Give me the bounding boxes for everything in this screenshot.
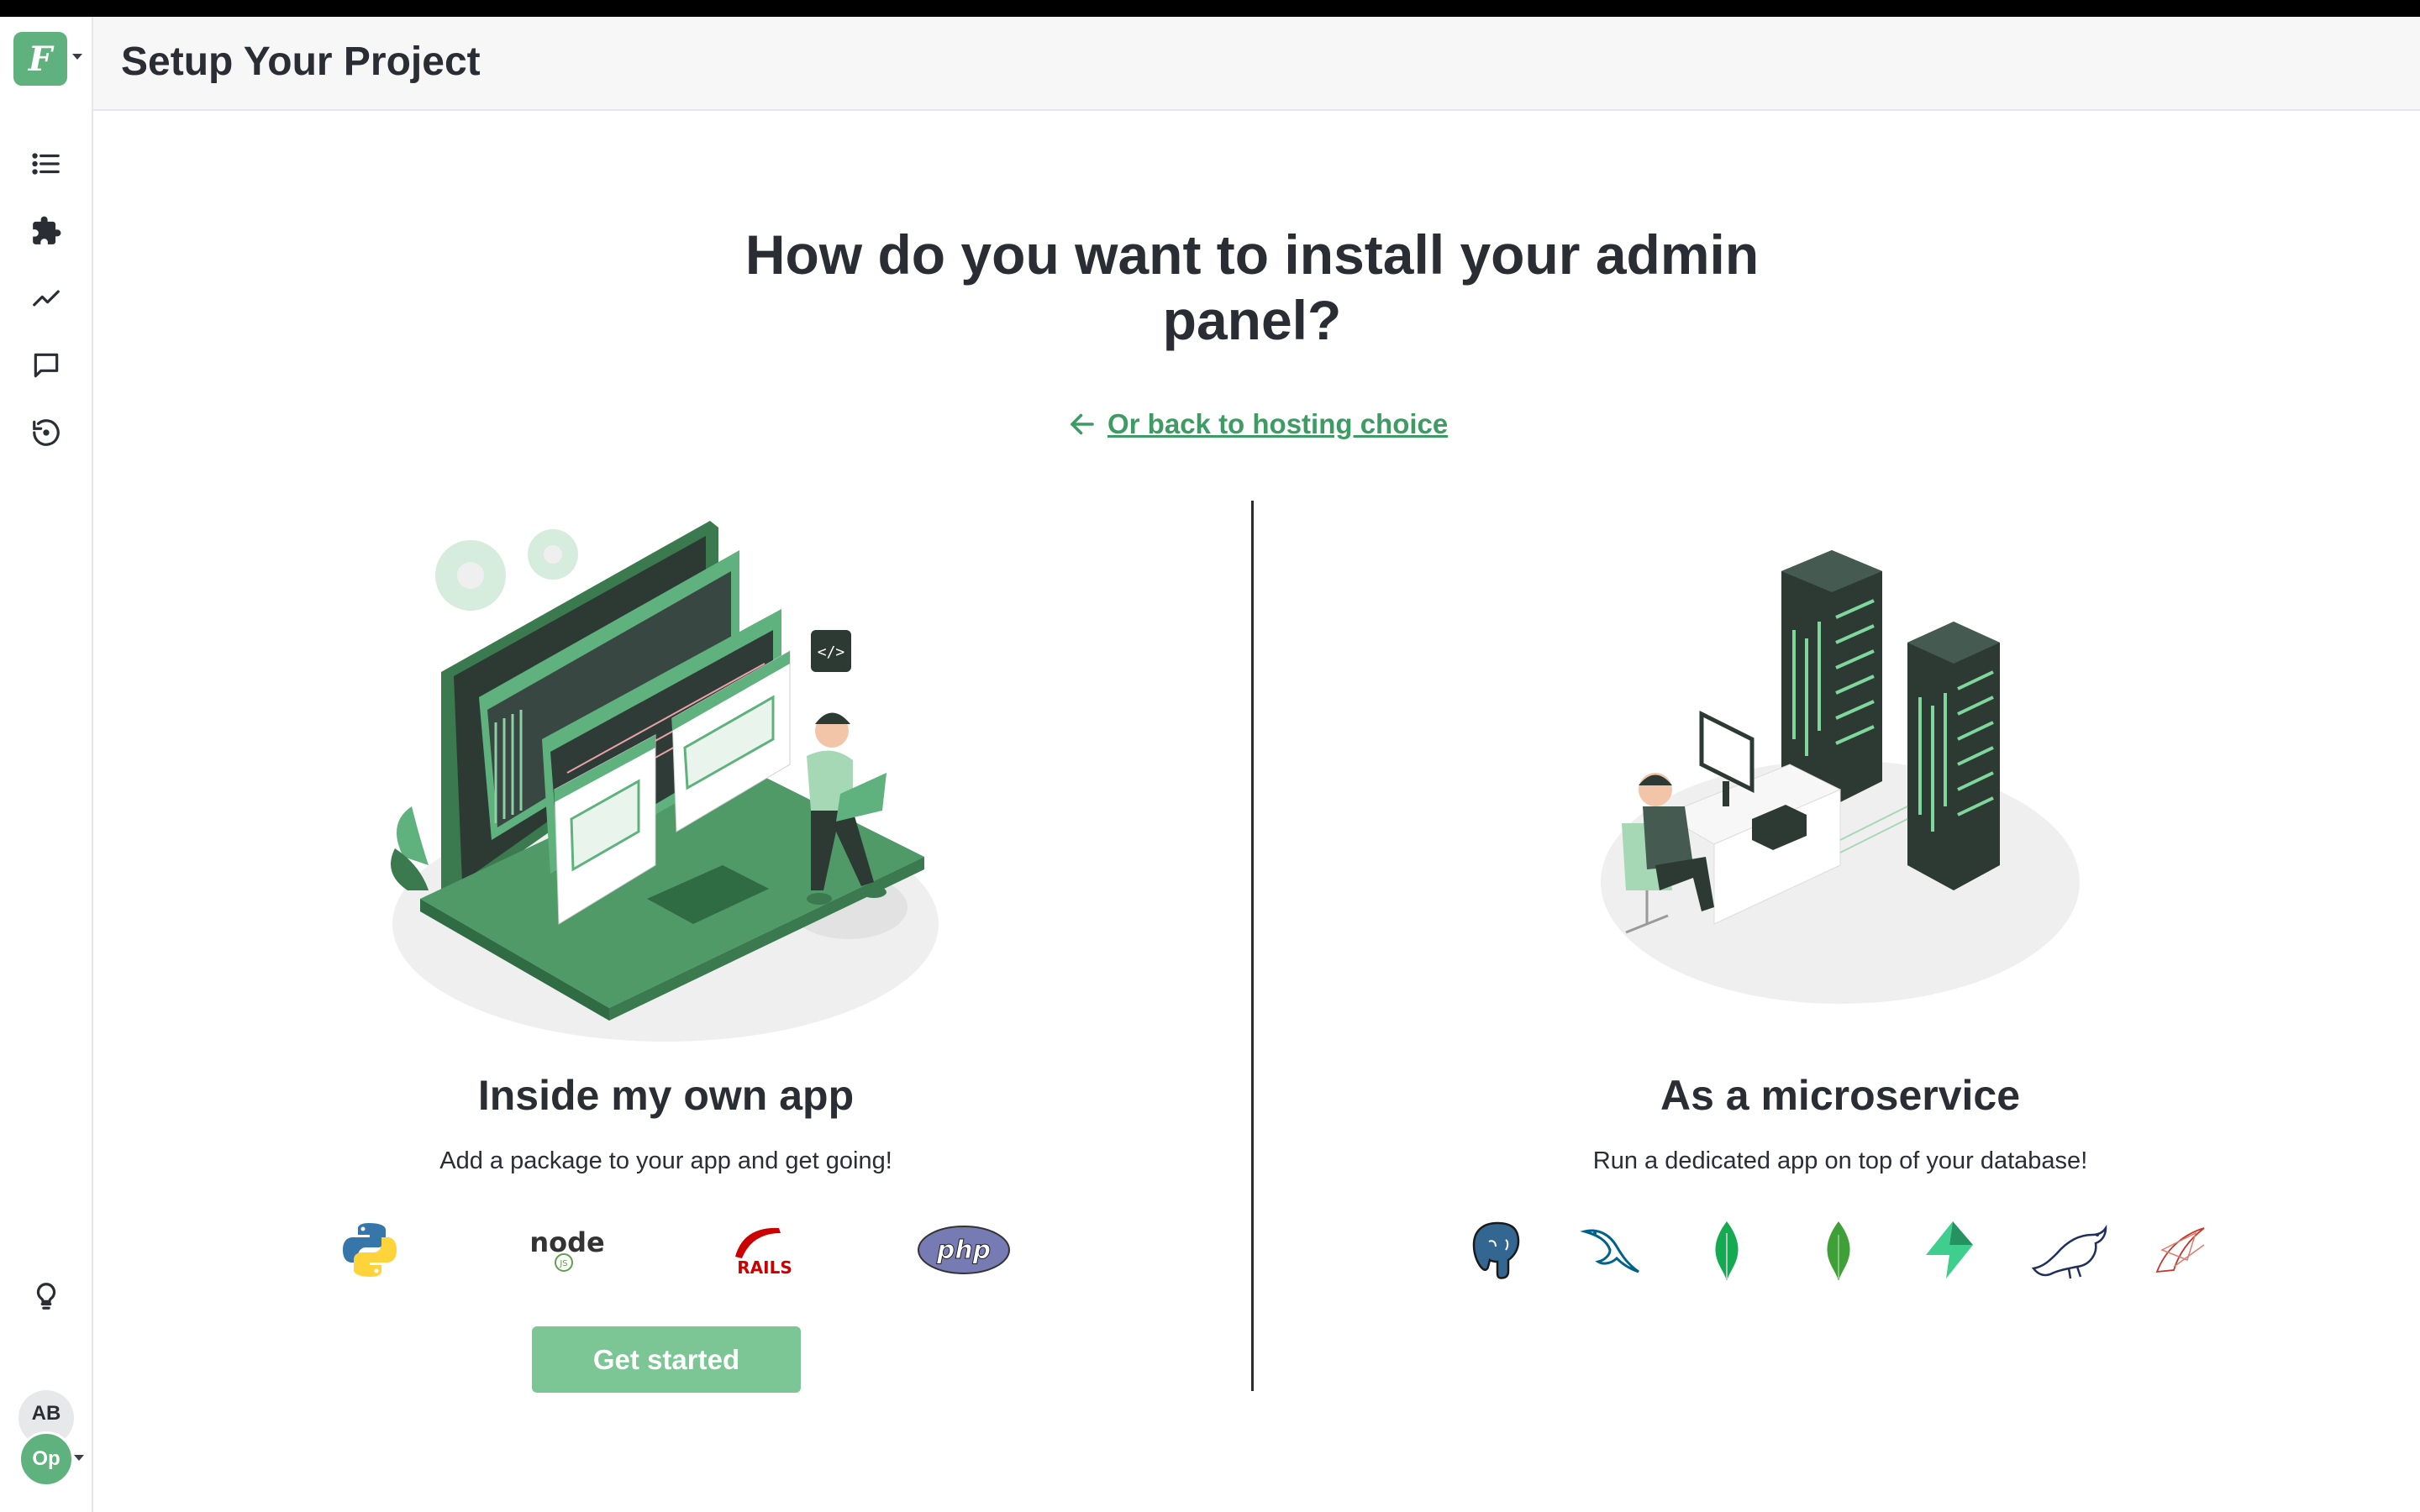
sidebar-item-analytics[interactable] [25,277,67,319]
project-menu-caret-icon[interactable] [74,1455,84,1461]
option-title-own-app: Inside my own app [477,1072,855,1119]
option-desc-own-app: Add a package to your app and get going! [439,1147,892,1174]
rails-logo-text: RAILS [737,1257,792,1278]
python-logo [332,1216,408,1284]
logo-letter: F [28,39,53,79]
user-initials: AB [31,1402,61,1425]
project-avatar[interactable]: Op [18,1431,74,1487]
page-title: Setup Your Project [121,39,481,84]
mariadb-logo [2027,1216,2111,1284]
app-logo[interactable]: F [13,32,67,86]
option-title-microservice: As a microservice [1660,1072,2021,1119]
project-switcher-caret-icon[interactable] [72,54,82,60]
list-icon [32,153,60,175]
php-logo-text: php [936,1236,991,1265]
microservice-illustration [1601,550,2080,1004]
rails-logo: RAILS [727,1216,802,1284]
history-icon [33,419,60,446]
get-started-button[interactable]: Get started [532,1326,801,1393]
trend-chart-icon [33,290,60,307]
own-app-illustration: </> [391,521,939,1042]
lightbulb-icon [36,1283,56,1310]
sql-server-logo [2145,1216,2212,1284]
page-header: Setup Your Project [93,17,2420,111]
back-to-hosting-link[interactable]: Or back to hosting choice [1067,408,1448,440]
project-initials: Op [32,1447,60,1470]
arrow-left-icon [1071,413,1094,435]
mysql-logo [1578,1216,1645,1284]
nodejs-logo-text: node [529,1226,604,1258]
top-black-strip [0,0,2420,17]
install-question-heading: How do you want to install your admin pa… [744,223,1760,351]
sidebar-item-tips[interactable] [25,1275,67,1317]
postgresql-logo [1464,1216,1531,1284]
php-logo: php [916,1216,1013,1284]
supabase-logo [1916,1216,1983,1284]
sidebar: F AB Op [0,17,93,1512]
options-divider [1251,501,1254,1391]
option-desc-microservice: Run a dedicated app on top of your datab… [1592,1147,2088,1174]
sidebar-item-integrations[interactable] [25,210,67,252]
nodejs-badge-text: JS [559,1259,567,1268]
sidebar-item-list[interactable] [25,143,67,185]
chat-icon [34,353,59,378]
back-link-label: Or back to hosting choice [1107,408,1449,439]
svg-text:</>: </> [818,643,845,661]
mongodb-atlas-logo [1805,1216,1872,1284]
nodejs-logo: node JS [521,1216,613,1284]
mongodb-logo [1693,1216,1760,1284]
sidebar-item-history[interactable] [25,412,67,454]
puzzle-icon [33,216,61,244]
sidebar-item-messages[interactable] [25,344,67,386]
